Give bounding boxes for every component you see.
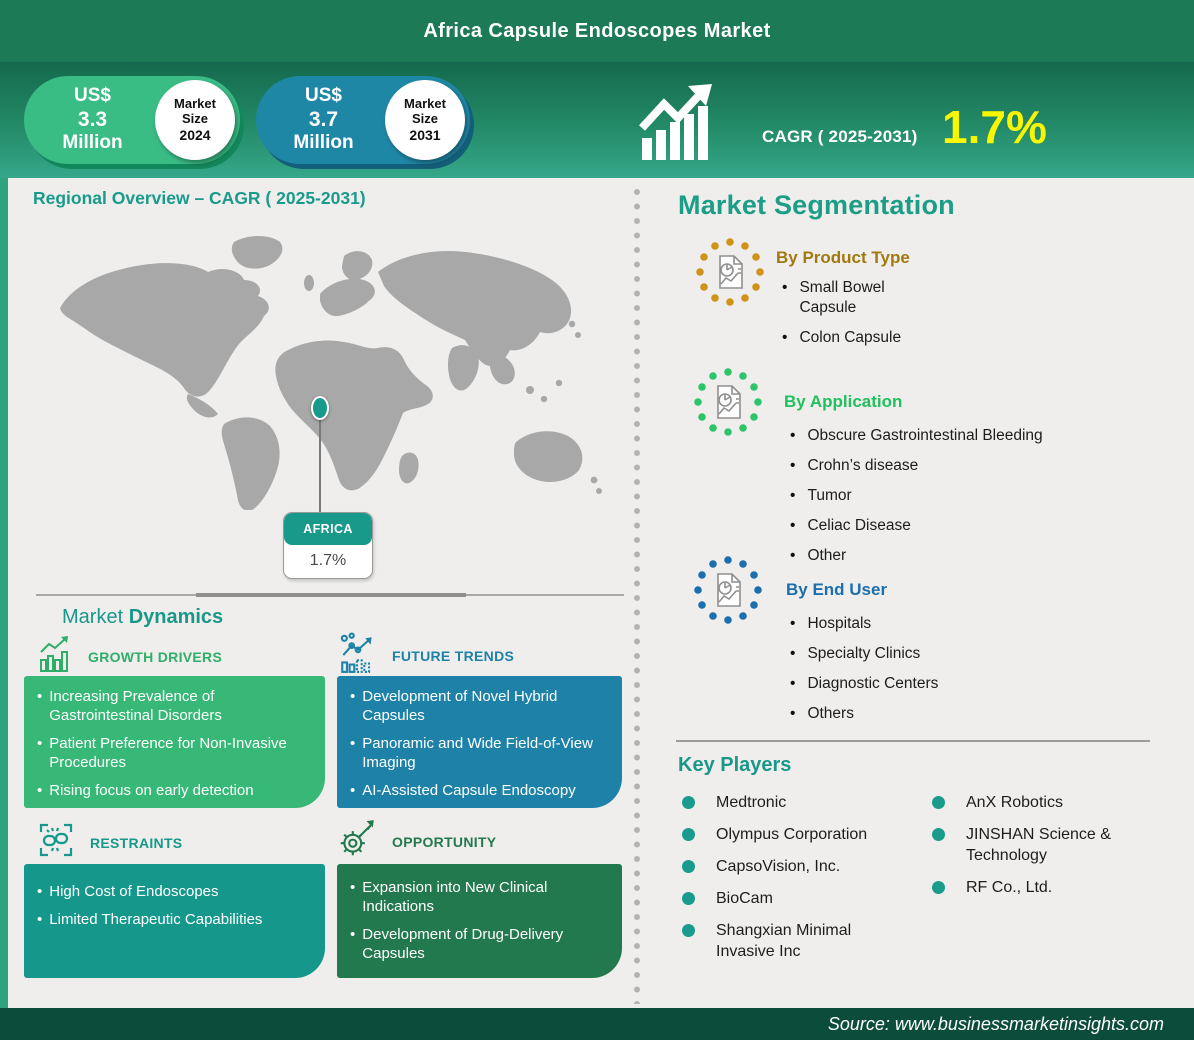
growth-chart-icon [638,82,716,167]
dynamics-item: • High Cost of Endoscopes [37,883,219,900]
key-players-column-1: Medtronic Olympus Corporation CapsoVisio… [682,792,922,962]
right-section-divider [676,740,1150,742]
key-player: Shangxian Minimal Invasive Inc [682,920,922,962]
growth-drivers-icon [36,634,74,679]
marker-connector-line [319,418,321,514]
market-size-2024-badge: US$ 3.3 Million Market Size 2024 [24,76,240,164]
list-item: • Obscure Gastrointestinal Bleeding [790,427,1043,444]
key-player: AnX Robotics [932,792,1182,813]
growth-drivers-box: • Increasing Prevalence of Gastrointestin… [24,676,325,808]
market-size-2024-circle: Market Size 2024 [155,80,235,160]
dynamics-item: • Limited Therapeutic Capabilities [37,911,263,928]
product-type-report-icon [694,236,766,313]
by-application-heading: By Application [784,392,903,411]
dynamics-item: • Panoramic and Wide Field-of-View Imagin… [350,735,593,771]
bullet-dot [682,860,695,873]
future-trends-icon [338,632,378,679]
dotted-divider [632,186,642,1004]
dynamics-item: • Development of Drug-Delivery Capsules [350,926,564,962]
africa-map-marker[interactable] [311,396,329,420]
source-bar: Source: www.businessmarketinsights.com [0,1008,1194,1040]
growth-drivers-header: GROWTH DRIVERS [36,634,222,679]
dynamics-item: • Development of Novel Hybrid Capsules [350,688,558,724]
bullet-dot [682,796,695,809]
opportunity-box: • Expansion into New Clinical Indications… [337,864,622,978]
market-dynamics-title: Market Dynamics [62,606,224,628]
end-user-report-icon [692,554,764,631]
region-callout-value: 1.7% [309,552,347,569]
cagr-value: 1.7% [942,101,1047,153]
list-item: • Tumor [790,487,852,504]
market-size-2031-badge: US$ 3.7 Million Market Size 2031 [256,76,470,164]
market-size-2031-value: US$ 3.7 Million [293,85,354,154]
dynamics-item: • AI-Assisted Capsule Endoscopy [350,782,576,799]
list-item: • Other [790,547,847,564]
left-section-divider [36,593,624,597]
key-player: CapsoVision, Inc. [682,856,922,877]
opportunity-header: OPPORTUNITY [336,818,496,865]
key-players-title: Key Players [678,754,792,776]
region-callout: AFRICA 1.7% [283,512,373,579]
future-trends-header: FUTURE TRENDS [338,632,514,679]
bullet-dot [682,892,695,905]
future-trends-box: • Development of Novel Hybrid Capsules • P… [337,676,622,808]
bullet-dot [682,828,695,841]
restraints-header: RESTRAINTS [36,820,182,865]
by-end-user-heading: By End User [786,580,888,599]
product-type-list: • Small Bowel Capsule • Colon Capsule [782,278,932,358]
infographic-page: Africa Capsule Endoscopes Market US$ 3.3… [0,0,1194,1040]
market-size-2024-value: US$ 3.3 Million [62,85,123,154]
list-item: • Celiac Disease [790,517,911,534]
title-bar: Africa Capsule Endoscopes Market [0,0,1194,62]
bullet-dot [932,881,945,894]
list-item: • Hospitals [790,615,872,632]
list-item: • Diagnostic Centers [790,675,939,692]
list-item: • Crohn’s disease [790,457,919,474]
key-player: BioCam [682,888,922,909]
bullet-dot [932,796,945,809]
by-product-type-heading: By Product Type [776,248,910,267]
regional-overview-title: Regional Overview – CAGR ( 2025-2031) [33,188,366,208]
world-map [38,228,622,510]
cagr-label: CAGR ( 2025-2031) [762,127,918,146]
list-item: • Specialty Clinics [790,645,921,662]
key-player: Olympus Corporation [682,824,922,845]
gear-target-icon [336,818,378,865]
application-list: • Obscure Gastrointestinal Bleeding • Croh… [790,426,1194,576]
left-accent-strip [0,178,8,1008]
page-title: Africa Capsule Endoscopes Market [423,19,771,42]
market-size-2031-circle: Market Size 2031 [385,80,465,160]
market-segmentation-title: Market Segmentation [678,190,955,220]
restraints-box: • High Cost of Endoscopes • Limited Therap… [24,864,325,978]
dynamics-item: • Increasing Prevalence of Gastrointestin… [37,688,222,724]
bullet-dot [682,924,695,937]
list-item: • Others [790,705,854,722]
list-item: • Colon Capsule [782,329,902,346]
source-link[interactable]: Source: www.businessmarketinsights.com [828,1014,1164,1035]
key-players-column-2: AnX Robotics JINSHAN Science & Technolog… [932,792,1182,898]
broken-chain-icon [36,820,76,865]
list-item: • Small Bowel Capsule [782,279,885,316]
end-user-list: • Hospitals • Specialty Clinics • Diagnosti… [790,614,1194,734]
bullet-dot [932,828,945,841]
key-player: Medtronic [682,792,922,813]
dynamics-item: • Patient Preference for Non-Invasive Pro… [37,735,287,771]
key-player: RF Co., Ltd. [932,877,1182,898]
dynamics-item: • Rising focus on early detection [37,782,254,799]
key-player: JINSHAN Science & Technology [932,824,1182,866]
dynamics-item: • Expansion into New Clinical Indications [350,879,548,915]
application-report-icon [692,366,764,443]
region-callout-label: AFRICA [284,513,372,545]
